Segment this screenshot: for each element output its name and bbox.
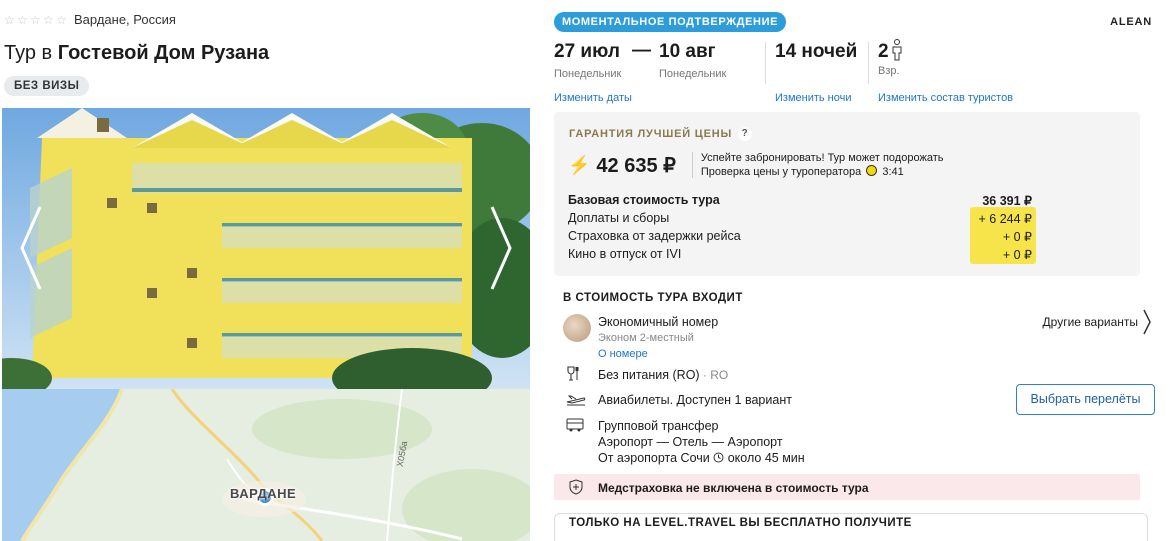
instant-confirmation-badge: МОМЕНТАЛЬНОЕ ПОДТВЕРЖДЕНИЕ	[554, 12, 787, 32]
bus-icon	[566, 418, 584, 432]
chevron-right-icon[interactable]	[1142, 308, 1152, 336]
medical-insurance-notice: Медстраховка не включена в стоимость тур…	[554, 474, 1140, 500]
map-background	[2, 389, 530, 541]
page-title: Тур в Гостевой Дом Рузана	[4, 42, 269, 65]
price-row: ⚡ 42 635 ₽ Успейте забронировать! Тур мо…	[568, 151, 943, 179]
meal-info: Без питания (RO) · RO	[598, 367, 728, 383]
tourists-label: Взр.	[878, 65, 900, 77]
free-bonuses-box: ТОЛЬКО НА LEVEL.TRAVEL ВЫ БЕСПЛАТНО ПОЛУ…	[554, 513, 1148, 541]
about-room-link[interactable]: О номере	[598, 346, 718, 362]
transfer-info: Групповой трансфер Аэропорт — Отель — Аэ…	[598, 418, 805, 466]
star-rating: ☆ ☆ ☆ ☆ ☆	[4, 14, 68, 26]
nights-block: 14 ночей	[775, 41, 857, 63]
visa-badge: БЕЗ ВИЗЫ	[4, 76, 90, 96]
tourists-count: 2	[878, 41, 889, 62]
next-photo-arrow-icon[interactable]	[486, 203, 516, 293]
price-check-line: Проверка цены у туроператора 3:41	[701, 165, 944, 179]
date-from: 27 июл Понедельник	[554, 41, 621, 80]
choose-flights-button[interactable]: Выбрать перелёты	[1016, 384, 1155, 415]
price-warning: Успейте забронировать! Тур может подорож…	[701, 151, 944, 179]
hotel-rating-row: ☆ ☆ ☆ ☆ ☆ Вардане, Россия	[4, 12, 176, 27]
guarantee-label: ГАРАНТИЯ ЛУЧШЕЙ ЦЕНЫ	[569, 128, 733, 140]
total-price: 42 635 ₽	[596, 154, 676, 177]
cost-label: Базовая стоимость тура	[568, 193, 720, 207]
wine-glass-icon	[567, 366, 579, 381]
timer-icon	[866, 165, 878, 176]
from-weekday: Понедельник	[554, 68, 622, 80]
hotel-map[interactable]: ВАРДАНЕ Х05ба	[2, 389, 530, 541]
from-date: 27 июл	[554, 41, 620, 62]
help-icon[interactable]: ?	[738, 127, 753, 141]
airplane-icon	[566, 395, 586, 406]
clock-icon	[713, 452, 724, 463]
price-check-text: Проверка цены у туроператора	[700, 166, 862, 178]
change-tourists-link[interactable]: Изменить состав туристов	[878, 92, 1013, 104]
cost-label: Страховка от задержки рейса	[568, 229, 741, 243]
prev-photo-arrow-icon[interactable]	[16, 203, 46, 293]
tour-operator: ALEAN	[1110, 16, 1152, 28]
lightning-icon: ⚡	[568, 154, 591, 175]
transfer-title: Групповой трансфер	[598, 419, 719, 433]
change-nights-link[interactable]: Изменить ночи	[775, 92, 852, 104]
date-separator: —	[632, 40, 651, 61]
divider	[868, 42, 869, 84]
cost-label: Кино в отпуск от IVI	[568, 247, 682, 261]
cost-value: + 0 ₽	[1002, 247, 1032, 262]
to-date: 10 авг	[659, 41, 716, 62]
free-bonuses-title: ТОЛЬКО НА LEVEL.TRAVEL ВЫ БЕСПЛАТНО ПОЛУ…	[569, 517, 912, 529]
cost-value: + 0 ₽	[1002, 229, 1032, 244]
room-info: Экономичный номер Эконом 2-местный О ном…	[598, 314, 718, 362]
star-icon: ☆	[43, 12, 54, 27]
room-name: Экономичный номер	[598, 315, 719, 329]
cost-line: Страховка от задержки рейса + 0 ₽	[568, 227, 1038, 245]
map-place-label: ВАРДАНЕ	[230, 486, 297, 501]
medical-insurance-text: Медстраховка не включена в стоимость тур…	[598, 481, 869, 495]
change-dates-link[interactable]: Изменить даты	[554, 92, 632, 104]
price-panel: ГАРАНТИЯ ЛУЧШЕЙ ЦЕНЫ ? ⚡ 42 635 ₽ Успейт…	[554, 112, 1140, 276]
included-section-title: В СТОИМОСТЬ ТУРА ВХОДИТ	[563, 292, 743, 304]
star-icon: ☆	[56, 12, 67, 27]
divider	[691, 152, 693, 178]
room-type: Эконом 2-местный	[598, 332, 694, 344]
cost-value: 36 391 ₽	[982, 193, 1032, 208]
hurry-text: Успейте забронировать! Тур может подорож…	[700, 152, 944, 164]
star-icon: ☆	[4, 12, 15, 27]
title-prefix: Тур в	[4, 42, 58, 64]
hotel-location: Вардане, Россия	[74, 12, 176, 27]
cost-line: Доплаты и сборы + 6 244 ₽	[568, 209, 1038, 227]
star-icon: ☆	[30, 12, 41, 27]
transfer-from: От аэропорта Сочи	[598, 451, 710, 465]
transfer-route: Аэропорт — Отель — Аэропорт	[598, 435, 783, 449]
cost-label: Доплаты и сборы	[568, 211, 670, 225]
nights-count: 14 ночей	[775, 41, 858, 62]
transfer-duration: От аэропорта Сочи около 45 мин	[598, 450, 805, 466]
hotel-name: Гостевой Дом Рузана	[57, 42, 270, 64]
hotel-column: ☆ ☆ ☆ ☆ ☆ Вардане, Россия Тур в Гостевой…	[0, 0, 540, 541]
cost-line: Кино в отпуск от IVI + 0 ₽	[568, 245, 1038, 263]
cost-value: + 6 244 ₽	[978, 211, 1032, 226]
flights-info: Авиабилеты. Доступен 1 вариант	[598, 393, 792, 407]
divider	[765, 42, 766, 84]
other-variants-link[interactable]: Другие варианты	[1043, 315, 1138, 329]
cost-breakdown: Базовая стоимость тура 36 391 ₽ Доплаты …	[568, 191, 1038, 263]
best-price-guarantee: ГАРАНТИЯ ЛУЧШЕЙ ЦЕНЫ ?	[569, 127, 753, 141]
star-icon: ☆	[17, 12, 28, 27]
meal-plan: Без питания (RO)	[598, 368, 700, 382]
date-to: 10 авг Понедельник	[659, 41, 726, 80]
adult-person-icon	[892, 39, 902, 61]
tourists-block: 2 Взр.	[878, 39, 903, 77]
room-thumbnail[interactable]	[563, 314, 591, 342]
transfer-time: около 45 мин	[727, 451, 805, 465]
hotel-photo-gallery[interactable]	[2, 108, 530, 389]
cost-line: Базовая стоимость тура 36 391 ₽	[568, 191, 1038, 209]
meal-code: · RO	[699, 368, 729, 382]
to-weekday: Понедельник	[659, 68, 727, 80]
shield-plus-icon	[569, 479, 583, 495]
hotel-photo	[2, 108, 530, 389]
price-check-timer: 3:41	[882, 166, 904, 178]
